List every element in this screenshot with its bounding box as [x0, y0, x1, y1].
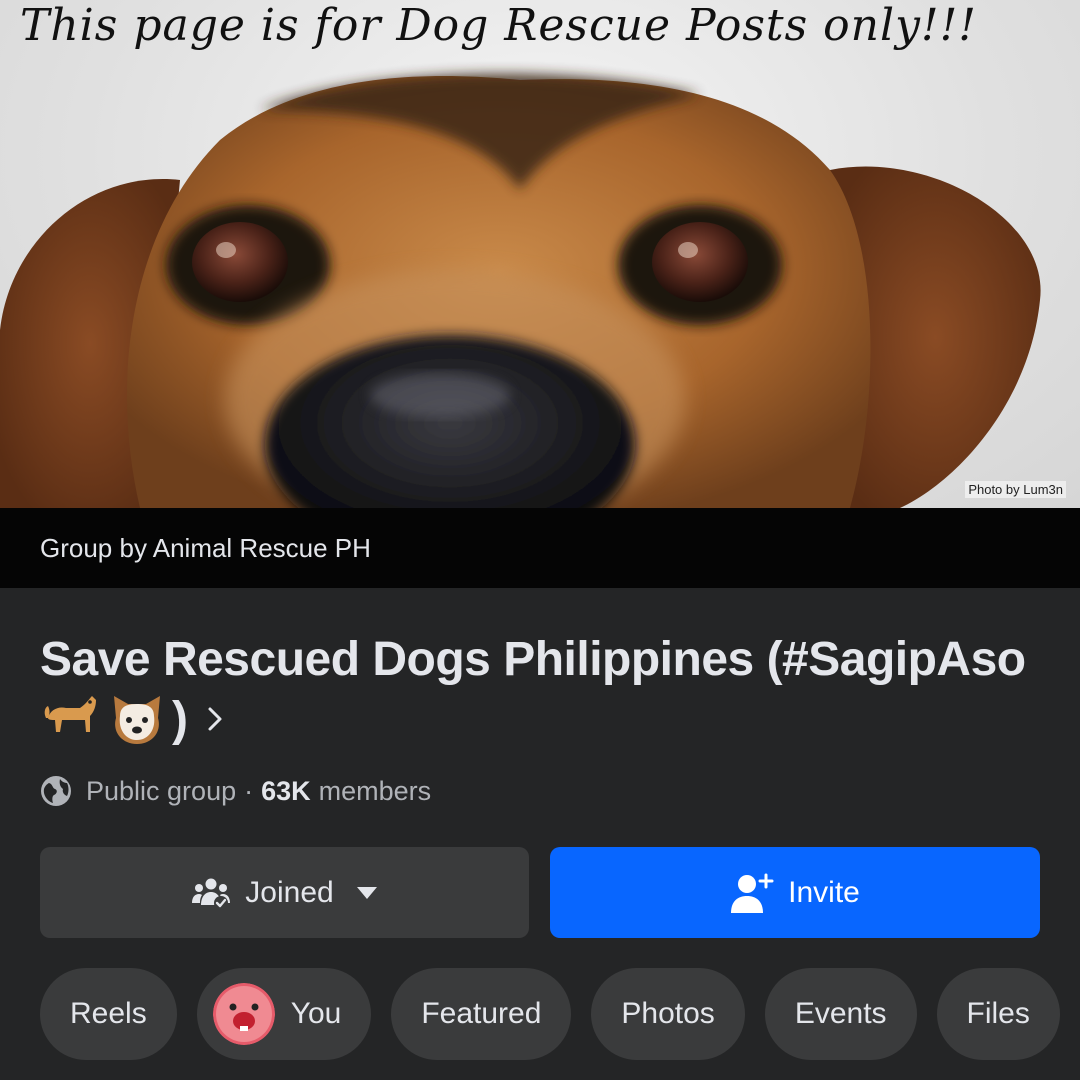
invite-button[interactable]: Invite	[550, 847, 1040, 938]
tab-label: Events	[794, 997, 887, 1030]
joined-button[interactable]: Joined	[40, 847, 529, 938]
dog-photo	[0, 73, 1041, 508]
group-members-icon	[192, 878, 231, 910]
tab-photos[interactable]: Photos	[591, 968, 745, 1060]
caret-down-icon	[356, 886, 377, 899]
tab-files[interactable]: Files	[936, 968, 1060, 1060]
group-tabs: Reels You Featured Photos Events Files	[40, 968, 1060, 1060]
tab-label: Files	[966, 997, 1030, 1030]
group-by-bar[interactable]: Group by Animal Rescue PH	[0, 508, 1080, 588]
invite-label: Invite	[788, 875, 860, 909]
user-avatar	[212, 983, 275, 1045]
tab-you[interactable]: You	[196, 968, 372, 1060]
add-person-icon	[731, 873, 774, 913]
group-meta: Public group · 63K members	[40, 770, 431, 812]
page-title[interactable]: Save Rescued Dogs Philippines (#SagipAso	[40, 630, 1040, 690]
dog-face-emoji-icon	[114, 696, 160, 744]
privacy-label: Public group	[86, 775, 237, 806]
cover-caption: This page is for Dog Rescue Posts only!!…	[20, 0, 977, 51]
tab-label: Reels	[70, 997, 147, 1030]
member-count[interactable]: 63K	[261, 776, 311, 807]
title-continuation[interactable]: )	[40, 688, 224, 750]
tab-featured[interactable]: Featured	[391, 968, 572, 1060]
title-end: )	[172, 692, 188, 746]
tab-reels[interactable]: Reels	[40, 968, 177, 1060]
tab-label: You	[290, 997, 342, 1030]
tab-events[interactable]: Events	[764, 968, 917, 1060]
photo-credit: Photo by Lum3n	[965, 481, 1066, 498]
tab-label: Photos	[621, 997, 715, 1030]
dog-emoji-icon	[44, 696, 96, 732]
chevron-right-icon[interactable]	[206, 706, 224, 732]
member-label[interactable]: members	[319, 776, 432, 807]
cover-photo[interactable]: This page is for Dog Rescue Posts only!!…	[0, 0, 1080, 508]
globe-icon	[41, 776, 71, 806]
joined-label: Joined	[245, 875, 334, 909]
tab-label: Featured	[421, 997, 542, 1030]
meta-separator: ·	[244, 775, 254, 806]
group-by-label[interactable]: Group by Animal Rescue PH	[40, 533, 371, 564]
